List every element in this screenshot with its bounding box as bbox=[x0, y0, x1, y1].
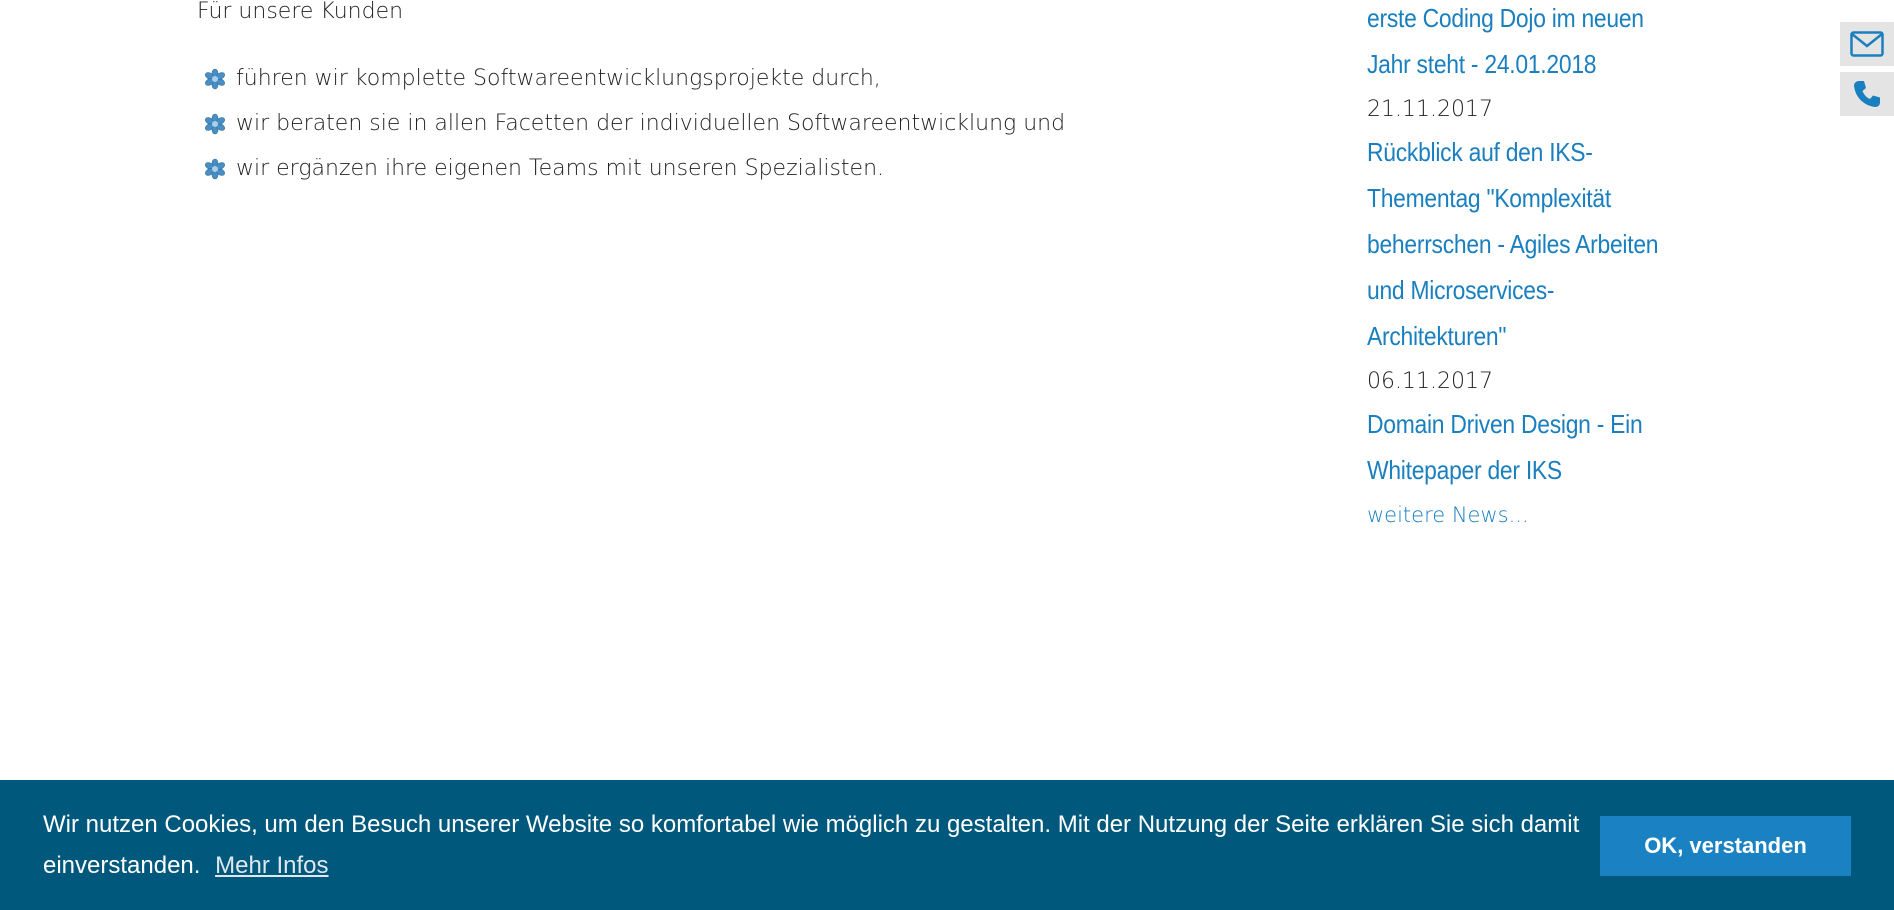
news-link-thementag[interactable]: Rückblick auf den IKS- Thementag "Komple… bbox=[1367, 129, 1693, 359]
news-date: 06.11.2017 bbox=[1367, 369, 1493, 394]
more-news-link[interactable]: weitere News... bbox=[1367, 503, 1697, 527]
news-link-ddd-whitepaper[interactable]: Domain Driven Design - Ein Whitepaper de… bbox=[1367, 401, 1693, 493]
asterisk-bullet-icon bbox=[205, 113, 225, 134]
news-link-line: beherrschen - Agiles Arbeiten bbox=[1367, 229, 1659, 259]
news-link-line: Thementag "Komplexität bbox=[1367, 183, 1611, 213]
intro-text: Für unsere Kunden bbox=[197, 0, 404, 24]
news-link-line: Whitepaper der IKS bbox=[1367, 455, 1562, 485]
news-item: erste Coding Dojo im neuen Jahr steht - … bbox=[1367, 0, 1697, 87]
cookie-banner: Wir nutzen Cookies, um den Besuch unsere… bbox=[0, 780, 1894, 910]
list-item: wir beraten sie in allen Facetten der in… bbox=[197, 101, 1065, 146]
news-sidebar: erste Coding Dojo im neuen Jahr steht - … bbox=[1367, 0, 1697, 527]
news-link-line: Domain Driven Design - Ein bbox=[1367, 409, 1643, 439]
news-link-line: und Microservices- bbox=[1367, 275, 1555, 305]
mail-button[interactable] bbox=[1840, 22, 1894, 66]
list-item: führen wir komplette Softwareentwicklung… bbox=[197, 56, 1065, 101]
news-date: 21.11.2017 bbox=[1367, 97, 1493, 122]
phone-icon bbox=[1854, 81, 1880, 107]
asterisk-bullet-icon bbox=[205, 68, 225, 89]
cookie-message: Wir nutzen Cookies, um den Besuch unsere… bbox=[43, 804, 1583, 886]
list-item: wir ergänzen ihre eigenen Teams mit unse… bbox=[197, 146, 1065, 191]
news-link-coding-dojo[interactable]: erste Coding Dojo im neuen Jahr steht - … bbox=[1367, 0, 1693, 87]
list-item-text: wir ergänzen ihre eigenen Teams mit unse… bbox=[236, 156, 885, 181]
list-item-text: führen wir komplette Softwareentwicklung… bbox=[236, 66, 881, 91]
list-item-text: wir beraten sie in allen Facetten der in… bbox=[236, 111, 1066, 136]
news-item: 21.11.2017 Rückblick auf den IKS- Themen… bbox=[1367, 95, 1697, 359]
news-link-line: Rückblick auf den IKS- bbox=[1367, 137, 1593, 167]
news-link-line: Architekturen" bbox=[1367, 321, 1507, 351]
service-list: führen wir komplette Softwareentwicklung… bbox=[197, 56, 1065, 191]
asterisk-bullet-icon bbox=[205, 158, 225, 179]
news-item: 06.11.2017 Domain Driven Design - Ein Wh… bbox=[1367, 367, 1697, 493]
cookie-accept-button[interactable]: OK, verstanden bbox=[1600, 816, 1851, 876]
news-link-line: erste Coding Dojo im neuen bbox=[1367, 3, 1644, 33]
page: Für unsere Kunden führen wir komplette S… bbox=[0, 0, 1894, 910]
contact-sidebar bbox=[1840, 22, 1894, 122]
phone-button[interactable] bbox=[1840, 72, 1894, 116]
cookie-more-info-link[interactable]: Mehr Infos bbox=[215, 852, 328, 879]
mail-icon bbox=[1850, 31, 1884, 57]
news-link-line: Jahr steht - 24.01.2018 bbox=[1367, 49, 1597, 79]
